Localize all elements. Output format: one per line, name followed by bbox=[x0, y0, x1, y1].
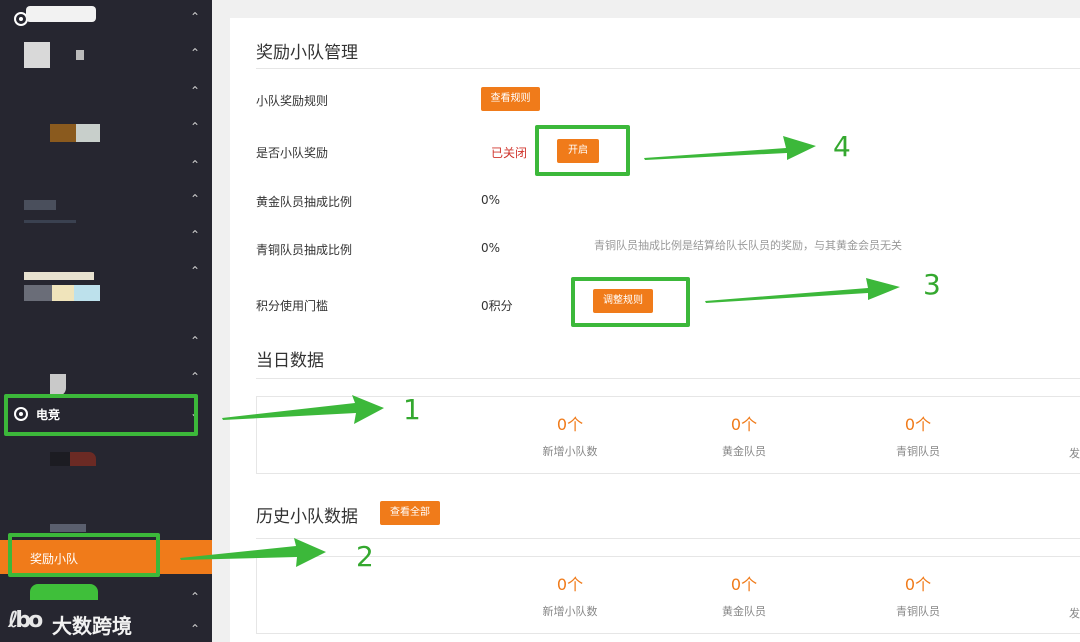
annotation-number-4: 4 bbox=[833, 130, 851, 163]
gold-ratio-value: 0% bbox=[481, 193, 501, 207]
divider bbox=[256, 68, 1080, 69]
chevron-up-icon[interactable]: ⌃ bbox=[189, 229, 201, 241]
chevron-up-icon[interactable]: ⌃ bbox=[189, 591, 201, 603]
history-stats-panel: 0个 新增小队数 0个 黄金队员 0个 青铜队员 发 bbox=[256, 556, 1080, 634]
watermark-text: 大数跨境 bbox=[52, 614, 132, 638]
redacted-block bbox=[24, 285, 52, 301]
points-threshold-value: 0积分 bbox=[481, 299, 513, 313]
stat-label: 新增小队数 bbox=[542, 605, 598, 618]
stat-bronze-members: 0个 青铜队员 bbox=[858, 411, 978, 459]
chevron-up-icon[interactable]: ⌃ bbox=[189, 193, 201, 205]
history-data-title: 历史小队数据 bbox=[256, 507, 358, 527]
bronze-ratio-note: 青铜队员抽成比例是结算给队长队员的奖励，与其黄金会员无关 bbox=[594, 239, 902, 252]
divider bbox=[256, 378, 1080, 379]
stat-value: 0个 bbox=[904, 415, 932, 434]
chevron-up-icon[interactable]: ⌃ bbox=[189, 335, 201, 347]
page-title: 奖励小队管理 bbox=[256, 43, 358, 63]
chevron-up-icon[interactable]: ⌃ bbox=[189, 121, 201, 133]
bronze-ratio-value: 0% bbox=[481, 241, 501, 255]
chevron-up-icon[interactable]: ⌃ bbox=[189, 371, 201, 383]
view-rules-button[interactable]: 查看规则 bbox=[481, 87, 540, 111]
annotation-number-1: 1 bbox=[403, 393, 421, 426]
stat-value: 0个 bbox=[730, 575, 758, 594]
chevron-up-icon[interactable]: ⌃ bbox=[189, 85, 201, 97]
chevron-up-icon[interactable]: ⌃ bbox=[189, 623, 201, 635]
stat-gold-members: 0个 黄金队员 bbox=[684, 411, 804, 459]
divider bbox=[256, 538, 1080, 539]
stat-new-teams: 0个 新增小队数 bbox=[510, 411, 630, 459]
redacted-block bbox=[76, 50, 84, 60]
stat-gold-members: 0个 黄金队员 bbox=[684, 571, 804, 619]
enable-reward-label: 是否小队奖励 bbox=[256, 146, 329, 160]
annotation-number-2: 2 bbox=[356, 540, 374, 573]
highlight-box-1 bbox=[4, 394, 198, 436]
redacted-block bbox=[70, 452, 96, 466]
redacted-block bbox=[50, 374, 66, 396]
redacted-block bbox=[50, 124, 76, 142]
highlight-box-3 bbox=[571, 277, 690, 327]
stat-label: 青铜队员 bbox=[896, 605, 940, 618]
points-threshold-label: 积分使用门槛 bbox=[256, 299, 329, 313]
redacted-block bbox=[24, 42, 50, 68]
status-badge: 已关闭 bbox=[491, 146, 528, 160]
chevron-up-icon[interactable]: ⌃ bbox=[189, 47, 201, 59]
stat-label-partial: 发 bbox=[1069, 607, 1080, 620]
stat-label-partial: 发 bbox=[1069, 447, 1080, 460]
chevron-up-icon[interactable]: ⌃ bbox=[189, 159, 201, 171]
stat-new-teams: 0个 新增小队数 bbox=[510, 571, 630, 619]
stat-value: 0个 bbox=[904, 575, 932, 594]
redacted-block bbox=[26, 6, 96, 22]
stat-label: 黄金队员 bbox=[722, 445, 766, 458]
daily-stats-panel: 0个 新增小队数 0个 黄金队员 0个 青铜队员 发 bbox=[256, 396, 1080, 474]
watermark-logo: ℓbo bbox=[8, 608, 43, 633]
redacted-block bbox=[50, 524, 86, 532]
stat-bronze-members: 0个 青铜队员 bbox=[858, 571, 978, 619]
redacted-block bbox=[30, 584, 98, 600]
stat-value: 0个 bbox=[556, 415, 584, 434]
stat-value: 0个 bbox=[730, 415, 758, 434]
view-all-button[interactable]: 查看全部 bbox=[380, 501, 440, 525]
chevron-up-icon[interactable]: ⌃ bbox=[189, 265, 201, 277]
chevron-up-icon[interactable]: ⌃ bbox=[189, 11, 201, 23]
highlight-box-2 bbox=[8, 533, 160, 577]
redacted-block bbox=[74, 285, 100, 301]
redacted-block bbox=[50, 452, 70, 466]
stat-label: 青铜队员 bbox=[896, 445, 940, 458]
bronze-ratio-label: 青铜队员抽成比例 bbox=[256, 243, 353, 257]
stat-value: 0个 bbox=[556, 575, 584, 594]
redacted-block bbox=[24, 200, 56, 210]
highlight-box-4 bbox=[535, 125, 630, 176]
redacted-block bbox=[76, 124, 100, 142]
gold-ratio-label: 黄金队员抽成比例 bbox=[256, 195, 353, 209]
rules-label: 小队奖励规则 bbox=[256, 94, 329, 108]
daily-data-title: 当日数据 bbox=[256, 351, 324, 371]
redacted-block bbox=[52, 285, 74, 301]
redacted-block bbox=[24, 272, 94, 280]
annotation-number-3: 3 bbox=[923, 268, 941, 301]
stat-label: 新增小队数 bbox=[542, 445, 598, 458]
redacted-block bbox=[24, 220, 76, 223]
stat-label: 黄金队员 bbox=[722, 605, 766, 618]
